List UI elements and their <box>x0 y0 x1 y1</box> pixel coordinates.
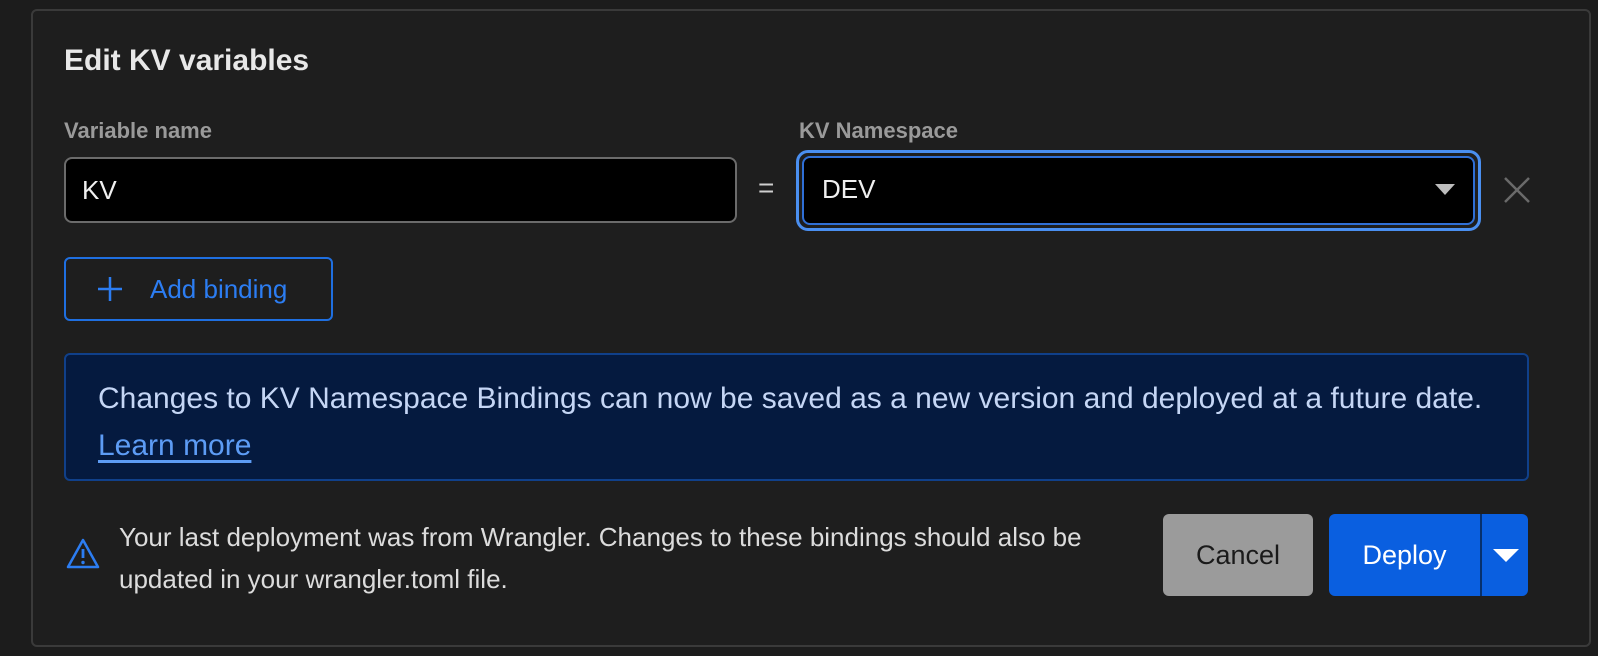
chevron-down-icon <box>1493 549 1519 562</box>
info-text: Changes to KV Namespace Bindings can now… <box>98 382 1483 415</box>
learn-more-link[interactable]: Learn more <box>98 429 251 462</box>
kv-namespace-label: KV Namespace <box>799 118 958 143</box>
kv-namespace-select[interactable]: DEV <box>796 150 1481 231</box>
deploy-button-group: Deploy <box>1329 514 1529 596</box>
info-banner: Changes to KV Namespace Bindings can now… <box>64 353 1529 481</box>
close-icon[interactable] <box>1500 173 1534 207</box>
add-binding-button[interactable]: Add binding <box>64 257 333 321</box>
cancel-button[interactable]: Cancel <box>1163 514 1313 596</box>
plus-icon <box>98 277 122 301</box>
deploy-options-button[interactable] <box>1480 514 1528 596</box>
add-binding-label: Add binding <box>150 273 288 304</box>
kv-namespace-select-box[interactable]: DEV <box>802 156 1475 225</box>
equals-sign: = <box>758 172 775 203</box>
caret-down-icon <box>1435 184 1455 195</box>
variable-name-label: Variable name <box>64 118 212 143</box>
variable-name-input[interactable] <box>64 157 737 223</box>
kv-namespace-value: DEV <box>822 174 876 204</box>
deploy-button[interactable]: Deploy <box>1329 514 1480 596</box>
warning-icon <box>66 538 100 569</box>
warning-text: Your last deployment was from Wrangler. … <box>119 522 1082 594</box>
dialog-title: Edit KV variables <box>64 44 310 77</box>
